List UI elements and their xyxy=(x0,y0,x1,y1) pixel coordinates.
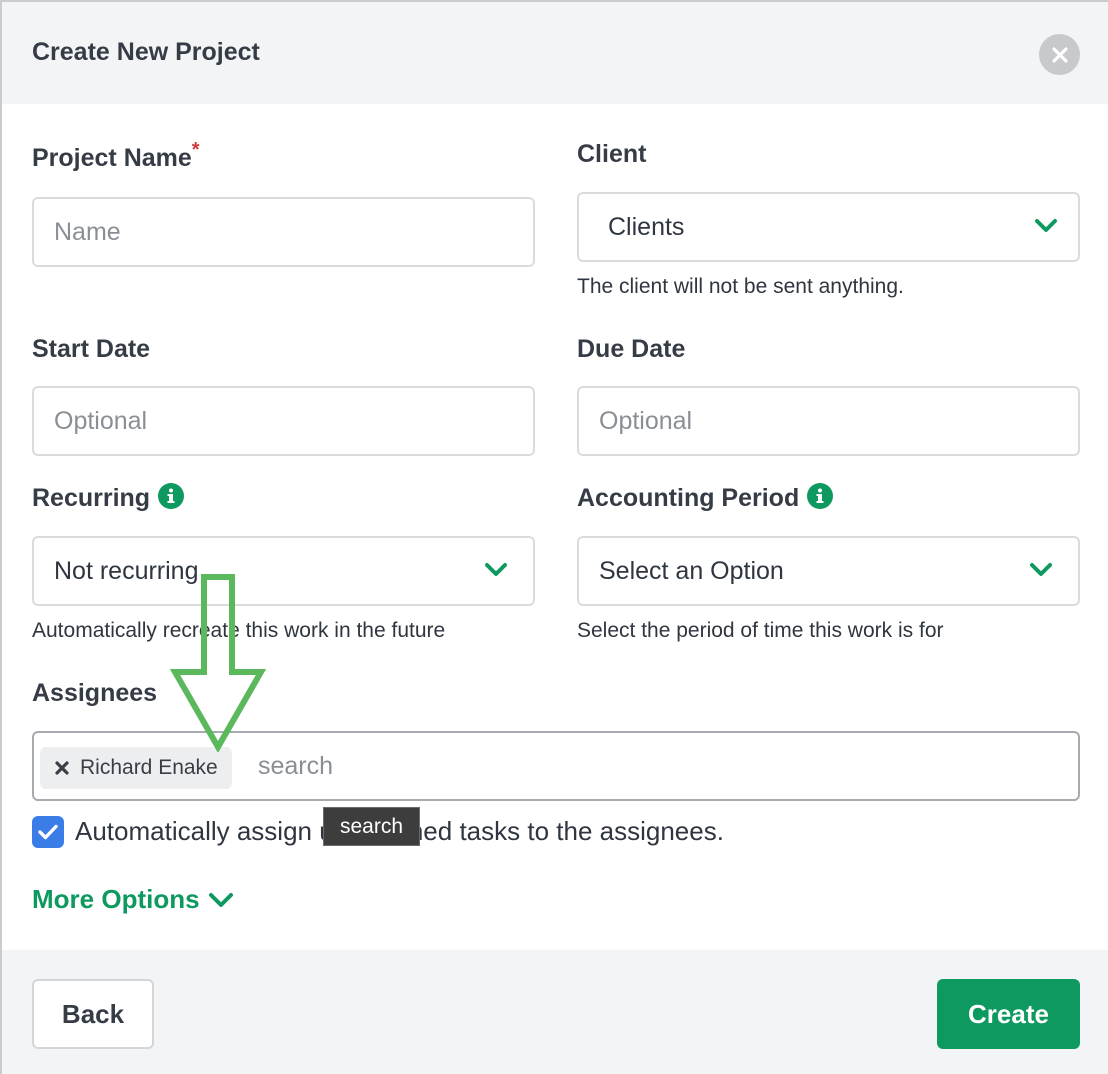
due-date-label: Due Date xyxy=(577,335,686,363)
modal-title: Create New Project xyxy=(32,38,260,66)
due-date-input[interactable] xyxy=(579,388,1078,454)
accounting-period-select-value: Select an Option xyxy=(599,557,784,585)
chevron-down-icon xyxy=(208,892,233,907)
close-button[interactable] xyxy=(1039,34,1080,75)
close-icon xyxy=(55,761,69,775)
info-icon[interactable] xyxy=(158,483,185,510)
search-tooltip: search xyxy=(323,807,420,846)
accounting-period-help-text: Select the period of time this work is f… xyxy=(577,619,944,642)
project-name-input[interactable] xyxy=(34,199,533,265)
recurring-label: Recurring xyxy=(32,483,185,513)
start-date-label: Start Date xyxy=(32,335,151,363)
chevron-down-icon xyxy=(1035,219,1057,232)
more-options-toggle[interactable]: More Options xyxy=(32,884,234,915)
create-button[interactable]: Create xyxy=(937,979,1080,1049)
chevron-down-icon xyxy=(485,563,507,576)
recurring-select[interactable]: Not recurring xyxy=(32,536,535,606)
accounting-period-select[interactable]: Select an Option xyxy=(577,536,1080,606)
project-name-field[interactable] xyxy=(32,197,535,267)
project-name-label: Project Name* xyxy=(32,139,200,172)
info-icon[interactable] xyxy=(807,483,834,510)
assignee-chip-name: Richard Enake xyxy=(80,756,218,779)
due-date-field[interactable] xyxy=(577,386,1080,456)
checkmark-icon xyxy=(38,824,58,840)
chevron-down-icon xyxy=(1030,563,1052,576)
auto-assign-checkbox[interactable] xyxy=(32,816,64,848)
client-select-value: Clients xyxy=(608,213,685,241)
start-date-field[interactable] xyxy=(32,386,535,456)
create-project-modal: Create New Project Project Name* Client … xyxy=(0,0,1108,1074)
modal-header: Create New Project xyxy=(2,2,1108,104)
assignees-label: Assignees xyxy=(32,679,158,707)
assignee-chip: Richard Enake xyxy=(40,747,232,789)
client-select[interactable]: Clients xyxy=(577,192,1080,262)
annotation-arrow-icon xyxy=(170,574,266,752)
more-options-label: More Options xyxy=(32,884,200,914)
required-marker: * xyxy=(191,139,200,161)
close-icon xyxy=(1051,46,1068,63)
back-button[interactable]: Back xyxy=(32,979,154,1049)
start-date-input[interactable] xyxy=(34,388,533,454)
remove-assignee-button[interactable] xyxy=(54,760,70,776)
client-label: Client xyxy=(577,140,647,168)
assignee-search-input[interactable] xyxy=(256,733,1056,799)
accounting-period-label: Accounting Period xyxy=(577,483,834,513)
client-help-text: The client will not be sent anything. xyxy=(577,275,904,298)
